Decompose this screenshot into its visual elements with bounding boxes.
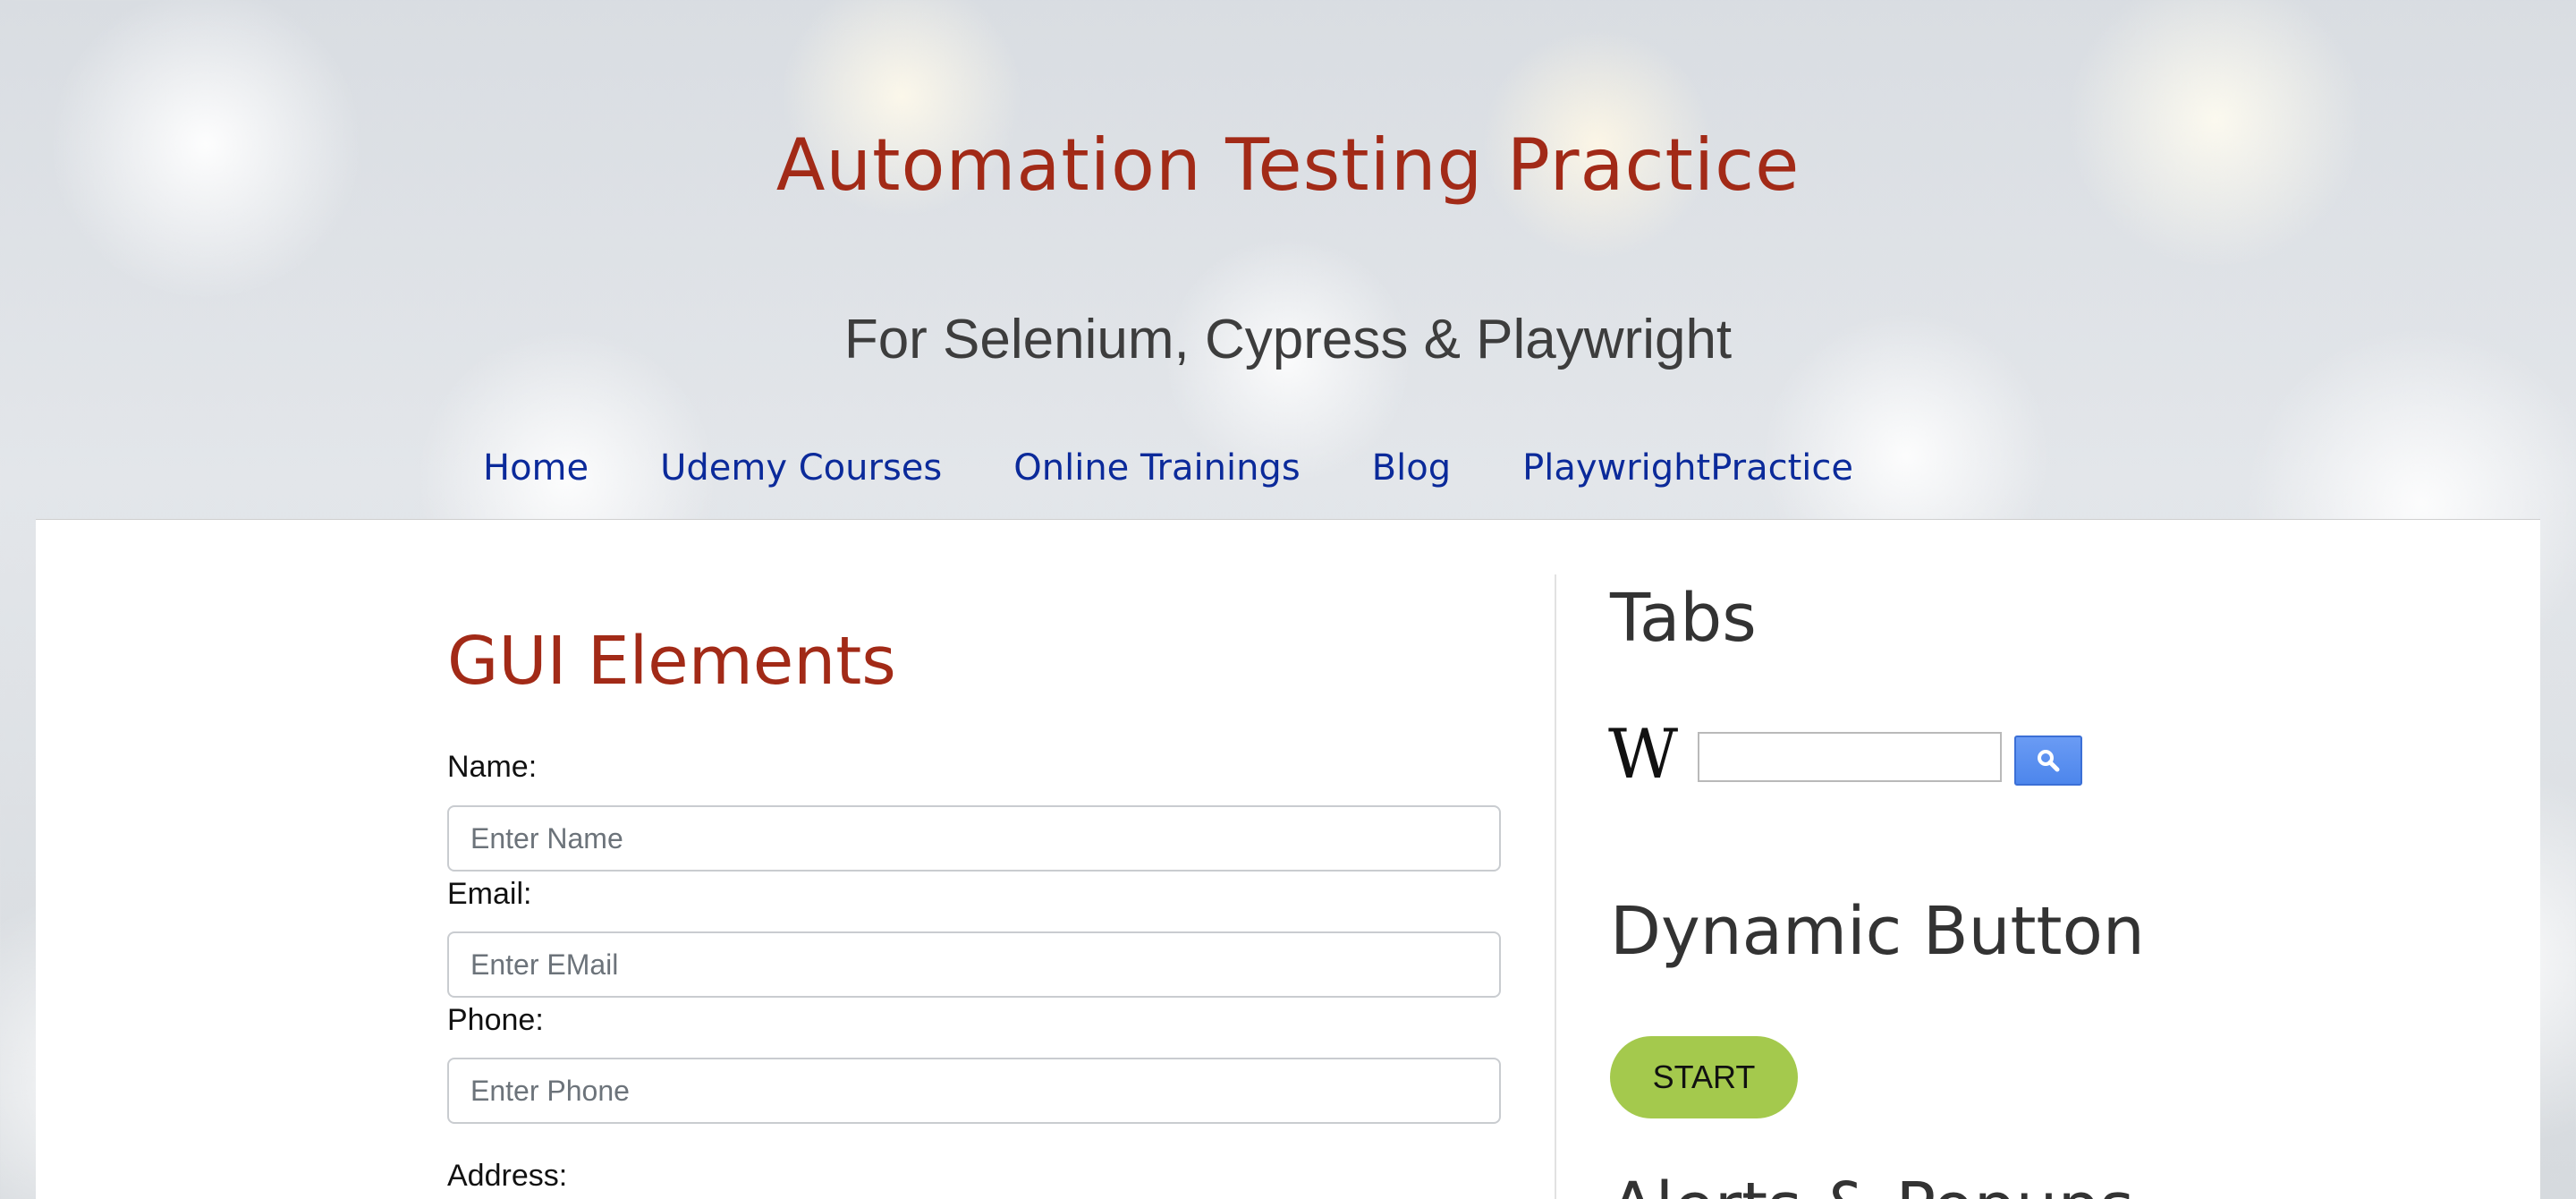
email-label: Email: xyxy=(447,877,532,911)
email-input[interactable] xyxy=(447,931,1501,998)
column-divider xyxy=(1555,574,1556,1199)
address-label: Address: xyxy=(447,1159,568,1193)
gui-elements-heading: GUI Elements xyxy=(447,623,896,700)
start-button[interactable]: START xyxy=(1610,1036,1798,1118)
phone-input[interactable] xyxy=(447,1058,1501,1124)
alerts-popups-heading: Alerts & Popups xyxy=(1610,1169,2134,1199)
nav-link-playwright-practice[interactable]: PlaywrightPractice xyxy=(1522,447,1853,489)
dynamic-button-heading: Dynamic Button xyxy=(1610,893,2145,970)
wikipedia-search-button[interactable] xyxy=(2014,736,2082,786)
wikipedia-search-input[interactable] xyxy=(1698,732,2002,782)
site-tagline: For Selenium, Cypress & Playwright xyxy=(843,309,1733,370)
main-nav: Home Udemy Courses Online Trainings Blog… xyxy=(483,447,1925,489)
nav-link-blog[interactable]: Blog xyxy=(1372,447,1451,489)
name-label: Name: xyxy=(447,750,538,784)
phone-label: Phone: xyxy=(447,1003,544,1037)
nav-link-udemy-courses[interactable]: Udemy Courses xyxy=(660,447,942,489)
name-input[interactable] xyxy=(447,805,1501,872)
nav-link-online-trainings[interactable]: Online Trainings xyxy=(1013,447,1300,489)
site-title: Automation Testing Practice xyxy=(775,123,1801,207)
wikipedia-logo-icon: W xyxy=(1608,714,1678,794)
tabs-heading: Tabs xyxy=(1610,580,1757,657)
search-icon xyxy=(2038,750,2060,772)
nav-link-home[interactable]: Home xyxy=(483,447,589,489)
